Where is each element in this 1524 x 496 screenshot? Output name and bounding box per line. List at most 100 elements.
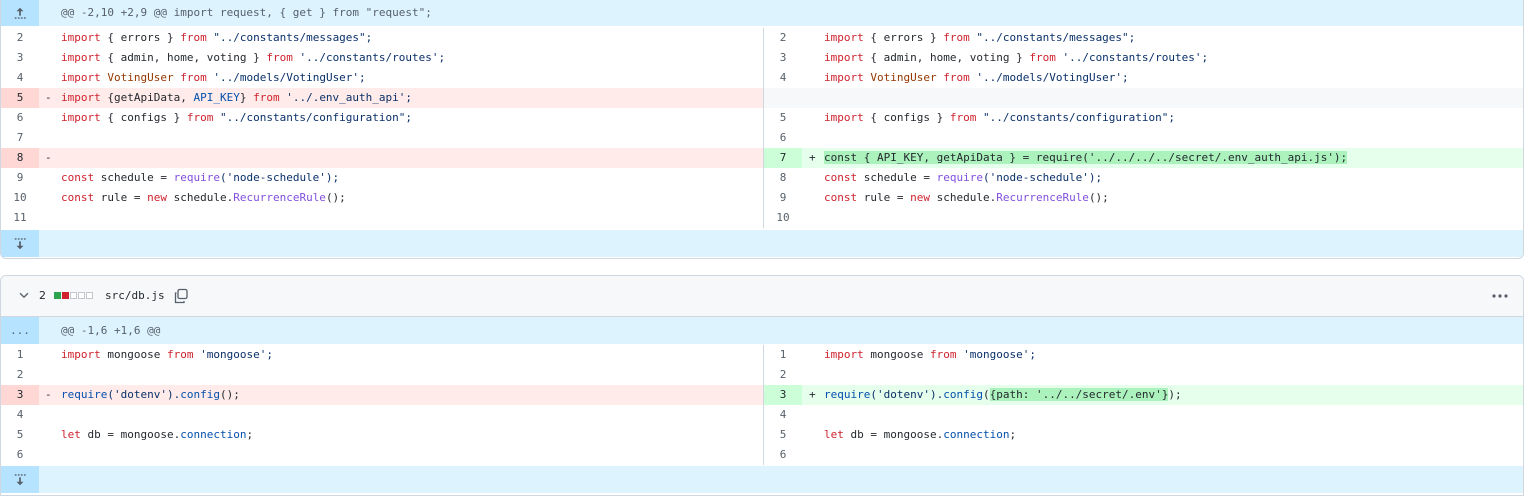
diffstat-bar [54,292,93,299]
diff-file-2: 2 src/db.js ... @@ -1,6 +1,6 @@ 1 import… [0,275,1524,496]
expand-up-button[interactable] [1,0,39,26]
line-number-right[interactable]: 3 [764,48,802,68]
diff-file-1: @@ -2,10 +2,9 @@ import request, { get }… [0,0,1524,259]
expand-down-button[interactable] [1,466,39,493]
line-number-left[interactable]: 9 [1,168,39,188]
diff-row-deleted: 5 - import {getApiData, API_KEY} from '.… [1,88,1523,108]
line-number-left[interactable]: 1 [1,345,39,365]
hunk-header-text: @@ -2,10 +2,9 @@ import request, { get }… [61,6,432,19]
code-line-left: import VotingUser from '../models/Voting… [61,71,366,84]
line-number-left[interactable]: 10 [1,188,39,208]
line-number-right[interactable]: 6 [764,128,802,148]
diff-row-changed: 3 - require('dotenv').config(); 3 + requ… [1,385,1523,405]
code-line-right: const schedule = require('node-schedule'… [824,171,1103,184]
line-number-left[interactable]: 5 [1,425,39,445]
line-number-left[interactable]: 4 [1,68,39,88]
code-line-right: import mongoose from 'mongoose'; [824,348,1036,361]
line-number-left[interactable]: 6 [1,445,39,465]
code-line-left: require('dotenv').config(); [61,388,240,401]
diff-row: 2 import { errors } from "../constants/m… [1,28,1523,48]
expand-down-icon [14,237,26,249]
addition-sign: + [809,151,816,164]
line-number-right[interactable]: 1 [764,345,802,365]
diff-row: 2 2 [1,365,1523,385]
diffstat-deleted-block [62,292,69,299]
code-line-right: import VotingUser from '../models/Voting… [824,71,1129,84]
diffstat-neutral-block [70,292,77,299]
diffstat-neutral-block [78,292,85,299]
diff-row: 6 6 [1,445,1523,465]
deletion-sign: - [45,388,52,401]
line-number-left[interactable]: 6 [1,108,39,128]
deletion-sign: - [45,91,52,104]
line-number-left[interactable]: 3 [1,48,39,68]
line-number-right[interactable]: 9 [764,188,802,208]
line-number-right[interactable]: 5 [764,425,802,445]
diffstat-neutral-block [86,292,93,299]
empty-line-right [763,88,1523,108]
expand-all-button[interactable]: ... [1,317,39,344]
line-number-right[interactable]: 5 [764,108,802,128]
expand-footer [1,230,1523,257]
copy-icon[interactable] [173,288,189,304]
expand-down-button[interactable] [1,230,39,257]
diff-row: 11 10 [1,208,1523,228]
diff-row: 1 import mongoose from 'mongoose'; 1 imp… [1,345,1523,365]
diff-row-changed: 8 - 7 + const { API_KEY, getApiData } = … [1,148,1523,168]
line-number-right[interactable]: 2 [764,365,802,385]
changes-count: 2 [39,289,46,302]
kebab-horizontal-icon[interactable] [1491,288,1509,304]
diff-row: 4 4 [1,405,1523,425]
code-line-right: import { admin, home, voting } from '../… [824,51,1209,64]
line-number-left[interactable]: 4 [1,405,39,425]
line-number-right[interactable]: 7 [764,148,802,168]
chevron-down-icon[interactable] [17,288,31,302]
code-line-right: const rule = new schedule.RecurrenceRule… [824,191,1109,204]
line-number-right[interactable]: 3 [764,385,802,405]
code-line-right: const { API_KEY, getApiData } = require(… [824,148,1348,168]
expand-up-icon [14,7,26,19]
code-line-left: import mongoose from 'mongoose'; [61,348,273,361]
code-line-left: import { errors } from "../constants/mes… [61,31,373,44]
line-number-right[interactable]: 8 [764,168,802,188]
code-line-left: const schedule = require('node-schedule'… [61,171,340,184]
code-line-right: import { configs } from "../constants/co… [824,111,1176,124]
expand-down-icon [14,473,26,485]
file-name-link[interactable]: src/db.js [105,276,165,316]
added-code-highlight: const { API_KEY, getApiData } = require(… [824,151,1348,164]
code-line-right: let db = mongoose.connection; [824,428,1017,441]
added-code-highlight: {path: '../../secret/.env'} [989,388,1169,401]
addition-sign: + [809,388,816,401]
diff-row: 7 6 [1,128,1523,148]
file-header: 2 src/db.js [1,276,1523,317]
hunk-header: ... @@ -1,6 +1,6 @@ [1,317,1523,344]
diff-row: 10 const rule = new schedule.RecurrenceR… [1,188,1523,208]
line-number-left[interactable]: 5 [1,88,39,108]
line-number-right[interactable]: 2 [764,28,802,48]
line-number-left[interactable]: 3 [1,385,39,405]
code-line-left: import {getApiData, API_KEY} from '../.e… [61,91,413,104]
deletion-sign: - [45,151,52,164]
diff-row: 6 import { configs } from "../constants/… [1,108,1523,128]
line-number-left[interactable]: 2 [1,365,39,385]
code-line-left: import { configs } from "../constants/co… [61,111,413,124]
line-number-right[interactable]: 6 [764,445,802,465]
expand-footer [1,466,1523,493]
diff-row: 5 let db = mongoose.connection; 5 let db… [1,425,1523,445]
line-number-left[interactable]: 8 [1,148,39,168]
code-line-left: let db = mongoose.connection; [61,428,254,441]
line-number-left[interactable]: 2 [1,28,39,48]
code-line-left: import { admin, home, voting } from '../… [61,51,446,64]
diff-row: 3 import { admin, home, voting } from '.… [1,48,1523,68]
diff-row: 4 import VotingUser from '../models/Voti… [1,68,1523,88]
hunk-header: @@ -2,10 +2,9 @@ import request, { get }… [1,0,1523,26]
line-number-left[interactable]: 7 [1,128,39,148]
code-line-right: import { errors } from "../constants/mes… [824,31,1136,44]
diffstat-added-block [54,292,61,299]
line-number-right[interactable]: 4 [764,68,802,88]
hunk-header-text: @@ -1,6 +1,6 @@ [61,324,161,337]
line-number-right[interactable]: 4 [764,405,802,425]
line-number-right[interactable]: 10 [764,208,802,228]
line-number-left[interactable]: 11 [1,208,39,228]
code-line-right: require('dotenv').config({path: '../../s… [824,388,1182,401]
